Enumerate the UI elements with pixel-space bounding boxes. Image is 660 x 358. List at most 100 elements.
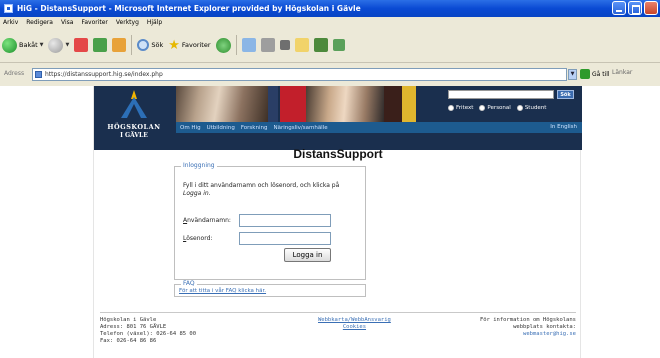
address-label: Adress: [4, 70, 25, 77]
window-title: HiG - DistansSupport - Microsoft Interne…: [17, 4, 361, 13]
title-bar: HiG - DistansSupport - Microsoft Interne…: [0, 0, 660, 17]
password-label-text: ösenord:: [186, 235, 213, 242]
toolbar-separator: [131, 35, 133, 55]
login-intro-emphasis: Logga in: [183, 190, 209, 197]
back-button[interactable]: Bakåt ▼: [2, 37, 44, 53]
favorites-button[interactable]: ★ Favoriter: [168, 39, 210, 52]
address-dropdown[interactable]: ▼: [568, 69, 577, 80]
login-legend: Inloggning: [181, 162, 217, 169]
menu-verktyg[interactable]: Verktyg: [116, 17, 139, 28]
radio-dot-icon: [516, 105, 523, 111]
footer-line: Adress: 801 76 GÄVLE: [100, 324, 167, 330]
footer-links: Webbkarta/WebbAnsvarig Cookies: [318, 317, 391, 331]
radio-dot-icon: [448, 105, 454, 111]
edit-icon[interactable]: [279, 40, 290, 50]
logo-text-line1: HÖGSKOLAN: [107, 123, 161, 131]
messenger-icon[interactable]: [332, 39, 345, 51]
back-arrow-icon: [2, 37, 17, 53]
faq-fieldset: FAQ För att titta i vår FAQ klicka här.: [174, 280, 366, 297]
window-controls: [612, 1, 658, 15]
search-label: Sök: [151, 41, 164, 49]
chevron-down-icon: ▼: [39, 42, 44, 48]
go-button[interactable]: Gå till: [580, 69, 610, 79]
print-icon[interactable]: [260, 38, 275, 52]
maximize-button[interactable]: [628, 1, 642, 15]
radio-fritext[interactable]: Fritext: [448, 105, 473, 111]
logo-text-line2: I GÄVLE: [120, 132, 148, 139]
footer-contact: Högskolan i Gävle Adress: 801 76 GÄVLE T…: [100, 317, 196, 345]
hig-logo[interactable]: HÖGSKOLAN I GÄVLE: [94, 86, 174, 150]
footer-webmaster: För information om Högskolans webbplats …: [480, 317, 576, 338]
research-icon[interactable]: [313, 38, 328, 52]
footer-line: För information om Högskolans: [479, 317, 576, 323]
site-search-input[interactable]: [448, 90, 554, 99]
nav-in-english[interactable]: In English: [550, 122, 577, 133]
header-color-block: [268, 86, 278, 122]
site-footer: Högskolan i Gävle Adress: 801 76 GÄVLE T…: [100, 312, 576, 352]
password-field[interactable]: [239, 232, 331, 245]
folder-icon[interactable]: [294, 38, 309, 52]
menu-redigera[interactable]: Redigera: [26, 17, 53, 28]
radio-personal[interactable]: Personal: [479, 105, 511, 111]
page-viewport: HÖGSKOLAN I GÄVLE Sök Fritext Personal S…: [0, 86, 660, 358]
stop-icon[interactable]: [74, 38, 89, 52]
home-icon[interactable]: [112, 38, 127, 52]
radio-student[interactable]: Student: [516, 105, 547, 111]
login-fieldset: Inloggning Fyll i ditt användarnamn och …: [174, 162, 366, 280]
nav-forskning[interactable]: Forskning: [241, 125, 268, 131]
webmaster-email-link[interactable]: webmaster@hig.se: [480, 331, 576, 338]
nav-utbildning[interactable]: Utbildning: [207, 125, 235, 131]
links-label[interactable]: Länkar: [612, 69, 632, 76]
login-button[interactable]: Logga in: [284, 248, 331, 262]
header-color-block: [402, 86, 416, 122]
go-label: Gå till: [592, 70, 610, 78]
refresh-icon[interactable]: [93, 38, 108, 52]
address-bar: Adress https://distanssupport.hig.se/ind…: [0, 63, 660, 86]
forward-button[interactable]: ▼: [48, 37, 70, 53]
logo-mark-icon: [121, 90, 147, 118]
faq-legend: FAQ: [181, 280, 197, 287]
footer-link-webbkarta[interactable]: Webbkarta/WebbAnsvarig: [318, 317, 391, 324]
history-icon[interactable]: [215, 37, 231, 53]
toolbar-separator: [235, 35, 237, 55]
footer-link-cookies[interactable]: Cookies: [318, 324, 391, 331]
close-button[interactable]: [644, 1, 658, 15]
header-photo: [306, 86, 384, 122]
site-container: HÖGSKOLAN I GÄVLE Sök Fritext Personal S…: [93, 86, 582, 358]
star-icon: ★: [168, 37, 180, 53]
menu-hjalp[interactable]: Hjälp: [147, 17, 162, 28]
menu-favoriter[interactable]: Favoriter: [81, 17, 107, 28]
footer-line: Högskolan i Gävle: [100, 317, 157, 323]
password-label: Lösenord:: [183, 235, 212, 242]
footer-line: webbplats kontakta:: [513, 324, 576, 330]
nav-om-hig[interactable]: Om Hig: [180, 125, 201, 131]
header-color-block: [280, 86, 306, 122]
menu-visa[interactable]: Visa: [61, 17, 73, 28]
search-button[interactable]: Sök: [137, 39, 163, 51]
ie-page-icon: [4, 4, 13, 13]
address-input[interactable]: https://distanssupport.hig.se/index.php: [32, 68, 567, 81]
username-field[interactable]: [239, 214, 331, 227]
radio-label: Student: [524, 105, 547, 111]
menu-arkiv[interactable]: Arkiv: [3, 17, 18, 28]
chevron-down-icon: ▼: [65, 42, 70, 48]
radio-label: Personal: [487, 105, 511, 111]
forward-arrow-icon: [48, 37, 64, 53]
minimize-button[interactable]: [612, 1, 626, 15]
mail-icon[interactable]: [241, 38, 256, 52]
address-url: https://distanssupport.hig.se/index.php: [45, 71, 163, 78]
login-instructions: Fyll i ditt användarnamn och lösenord, o…: [183, 182, 359, 198]
footer-line: Telefon (växel): 026-64 85 00: [100, 331, 197, 337]
site-nav: Om Hig Utbildning Forskning Näringsliv/s…: [176, 122, 582, 133]
toolbar: Bakåt ▼ ▼ Sök ★ Favoriter: [0, 28, 660, 63]
menu-bar: Arkiv Redigera Visa Favoriter Verktyg Hj…: [0, 17, 660, 28]
site-search-button[interactable]: Sök: [557, 90, 574, 99]
nav-naringsliv[interactable]: Näringsliv/samhälle: [273, 125, 327, 131]
radio-dot-icon: [479, 105, 486, 111]
username-label-text: nvändarnamn:: [187, 217, 231, 224]
site-header: HÖGSKOLAN I GÄVLE Sök Fritext Personal S…: [94, 86, 582, 150]
faq-link[interactable]: För att titta i vår FAQ klicka här.: [179, 288, 266, 294]
login-intro-end: .: [208, 190, 211, 197]
magnifier-icon: [137, 39, 150, 51]
footer-line: Fax: 026-64 86 86: [100, 338, 157, 344]
